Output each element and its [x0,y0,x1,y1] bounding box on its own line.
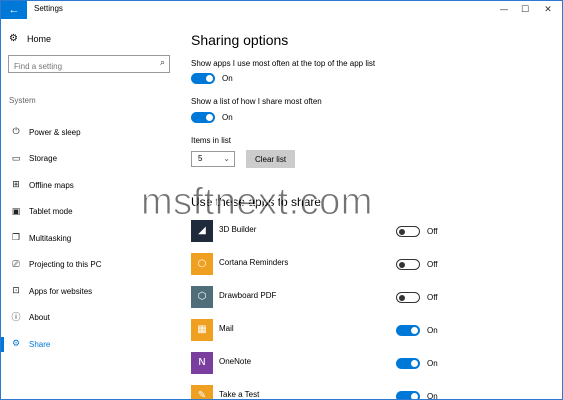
apps-heading: Use these apps to share [191,195,322,209]
onenote-icon: N [191,352,213,374]
back-arrow-icon: ← [8,4,20,16]
take-a-test-icon: ✎ [191,385,213,399]
sidebar-item-tablet-mode[interactable]: ▣ Tablet mode [1,199,177,226]
tablet-icon: ▣ [11,206,21,217]
toggle-state-label: On [222,113,233,122]
toggle-switch[interactable] [396,292,420,303]
maximize-button[interactable]: ☐ [518,3,532,17]
toggle-state-label: Off [427,260,438,269]
sidebar-item-storage[interactable]: ▭ Storage [1,146,177,173]
info-icon: ⓘ [11,312,21,323]
toggle-state-label: On [222,74,233,83]
chevron-down-icon: ⌄ [223,154,230,163]
option-show-list-toggle-row[interactable]: On [191,112,233,123]
items-in-list-label: Items in list [191,136,232,145]
toggle-state-label: Off [427,227,438,236]
app-name: OneNote [219,357,252,366]
search-input[interactable] [9,58,149,75]
window-title: Settings [34,4,63,13]
sidebar-item-label: Tablet mode [29,207,73,217]
section-label: System [9,96,36,105]
sidebar-item-about[interactable]: ⓘ About [1,305,177,332]
items-in-list-select[interactable]: 5 ⌄ [191,151,235,167]
sidebar-item-label: Power & sleep [29,127,81,137]
storage-icon: ▭ [11,153,21,164]
home-link[interactable]: ⚙ Home [9,33,51,44]
search-box[interactable]: ⌕ [8,55,170,75]
settings-window: ← Settings — ☐ ✕ ⚙ Home ⌕ System ⏻ Power… [0,0,563,400]
list-item: ✎ Take a Test On [191,385,561,400]
app-toggle-row[interactable]: Off [396,259,438,270]
sidebar-item-multitasking[interactable]: ❐ Multitasking [1,225,177,252]
app-toggle-row[interactable]: On [396,358,438,369]
app-name: 3D Builder [219,225,257,234]
sidebar-item-offline-maps[interactable]: ⊞ Offline maps [1,172,177,199]
clear-list-button[interactable]: Clear list [246,150,295,168]
toggle-switch[interactable] [191,73,215,84]
mail-icon: ▦ [191,319,213,341]
list-item: ○ Cortana Reminders Off [191,253,561,277]
drawboard-pdf-icon: ⬡ [191,286,213,308]
toggle-state-label: On [427,326,438,335]
toggle-switch[interactable] [396,325,420,336]
toggle-switch[interactable] [191,112,215,123]
multitasking-icon: ❐ [11,233,21,244]
toggle-state-label: On [427,392,438,400]
sidebar-item-label: Offline maps [29,180,74,190]
projecting-icon: ⎚ [12,259,20,270]
option-show-apps-label: Show apps I use most often at the top of… [191,59,376,68]
sidebar-item-projecting[interactable]: ⎚ Projecting to this PC [1,252,177,279]
gear-icon: ⚙ [9,33,18,44]
search-icon[interactable]: ⌕ [160,58,165,68]
list-item: ◢ 3D Builder Off [191,220,561,244]
app-toggle-row[interactable]: On [396,325,438,336]
sidebar-nav: ⏻ Power & sleep ▭ Storage ⊞ Offline maps… [1,119,177,358]
toggle-state-label: Off [427,293,438,302]
sidebar-item-share[interactable]: ⚙ Share [1,331,177,358]
close-icon: ✕ [544,5,552,15]
maximize-icon: ☐ [520,5,530,15]
app-name: Take a Test [219,390,260,399]
option-show-apps-toggle-row[interactable]: On [191,73,233,84]
back-button[interactable]: ← [1,1,27,19]
app-toggle-row[interactable]: On [396,391,438,400]
share-icon: ⚙ [11,339,21,350]
app-toggle-row[interactable]: Off [396,292,438,303]
app-toggle-row[interactable]: Off [396,226,438,237]
app-name: Mail [219,324,234,333]
sidebar-item-label: Multitasking [29,233,72,243]
toggle-switch[interactable] [396,358,420,369]
sidebar-item-label: Projecting to this PC [29,260,102,270]
minimize-button[interactable]: — [497,3,511,17]
option-show-list-label: Show a list of how I share most often [191,97,322,106]
toggle-switch[interactable] [396,259,420,270]
main-content: Sharing options Show apps I use most oft… [191,19,561,399]
app-name: Cortana Reminders [219,258,289,267]
sidebar-item-label: About [29,313,50,323]
select-value: 5 [198,154,203,163]
list-item: N OneNote On [191,352,561,376]
page-title: Sharing options [191,32,289,48]
home-label: Home [27,33,52,44]
app-name: Drawboard PDF [219,291,277,300]
sidebar-item-apps-for-websites[interactable]: ⊡ Apps for websites [1,278,177,305]
sidebar-item-label: Share [29,339,51,349]
sidebar-item-power-sleep[interactable]: ⏻ Power & sleep [1,119,177,146]
toggle-switch[interactable] [396,226,420,237]
title-bar: ← Settings — ☐ ✕ [1,1,562,19]
power-icon: ⏻ [12,127,20,138]
3d-builder-icon: ◢ [191,220,213,242]
toggle-switch[interactable] [396,391,420,399]
list-item: ⬡ Drawboard PDF Off [191,286,561,310]
apps-websites-icon: ⊡ [12,286,20,297]
list-item: ▦ Mail On [191,319,561,343]
sidebar-item-label: Apps for websites [29,286,93,296]
map-icon: ⊞ [12,180,20,191]
sidebar: ⚙ Home ⌕ System ⏻ Power & sleep ▭ Storag… [1,19,177,399]
cortana-reminders-icon: ○ [191,253,213,275]
toggle-state-label: On [427,359,438,368]
minimize-icon: — [499,5,509,15]
close-button[interactable]: ✕ [541,3,555,17]
sidebar-item-label: Storage [29,154,58,164]
